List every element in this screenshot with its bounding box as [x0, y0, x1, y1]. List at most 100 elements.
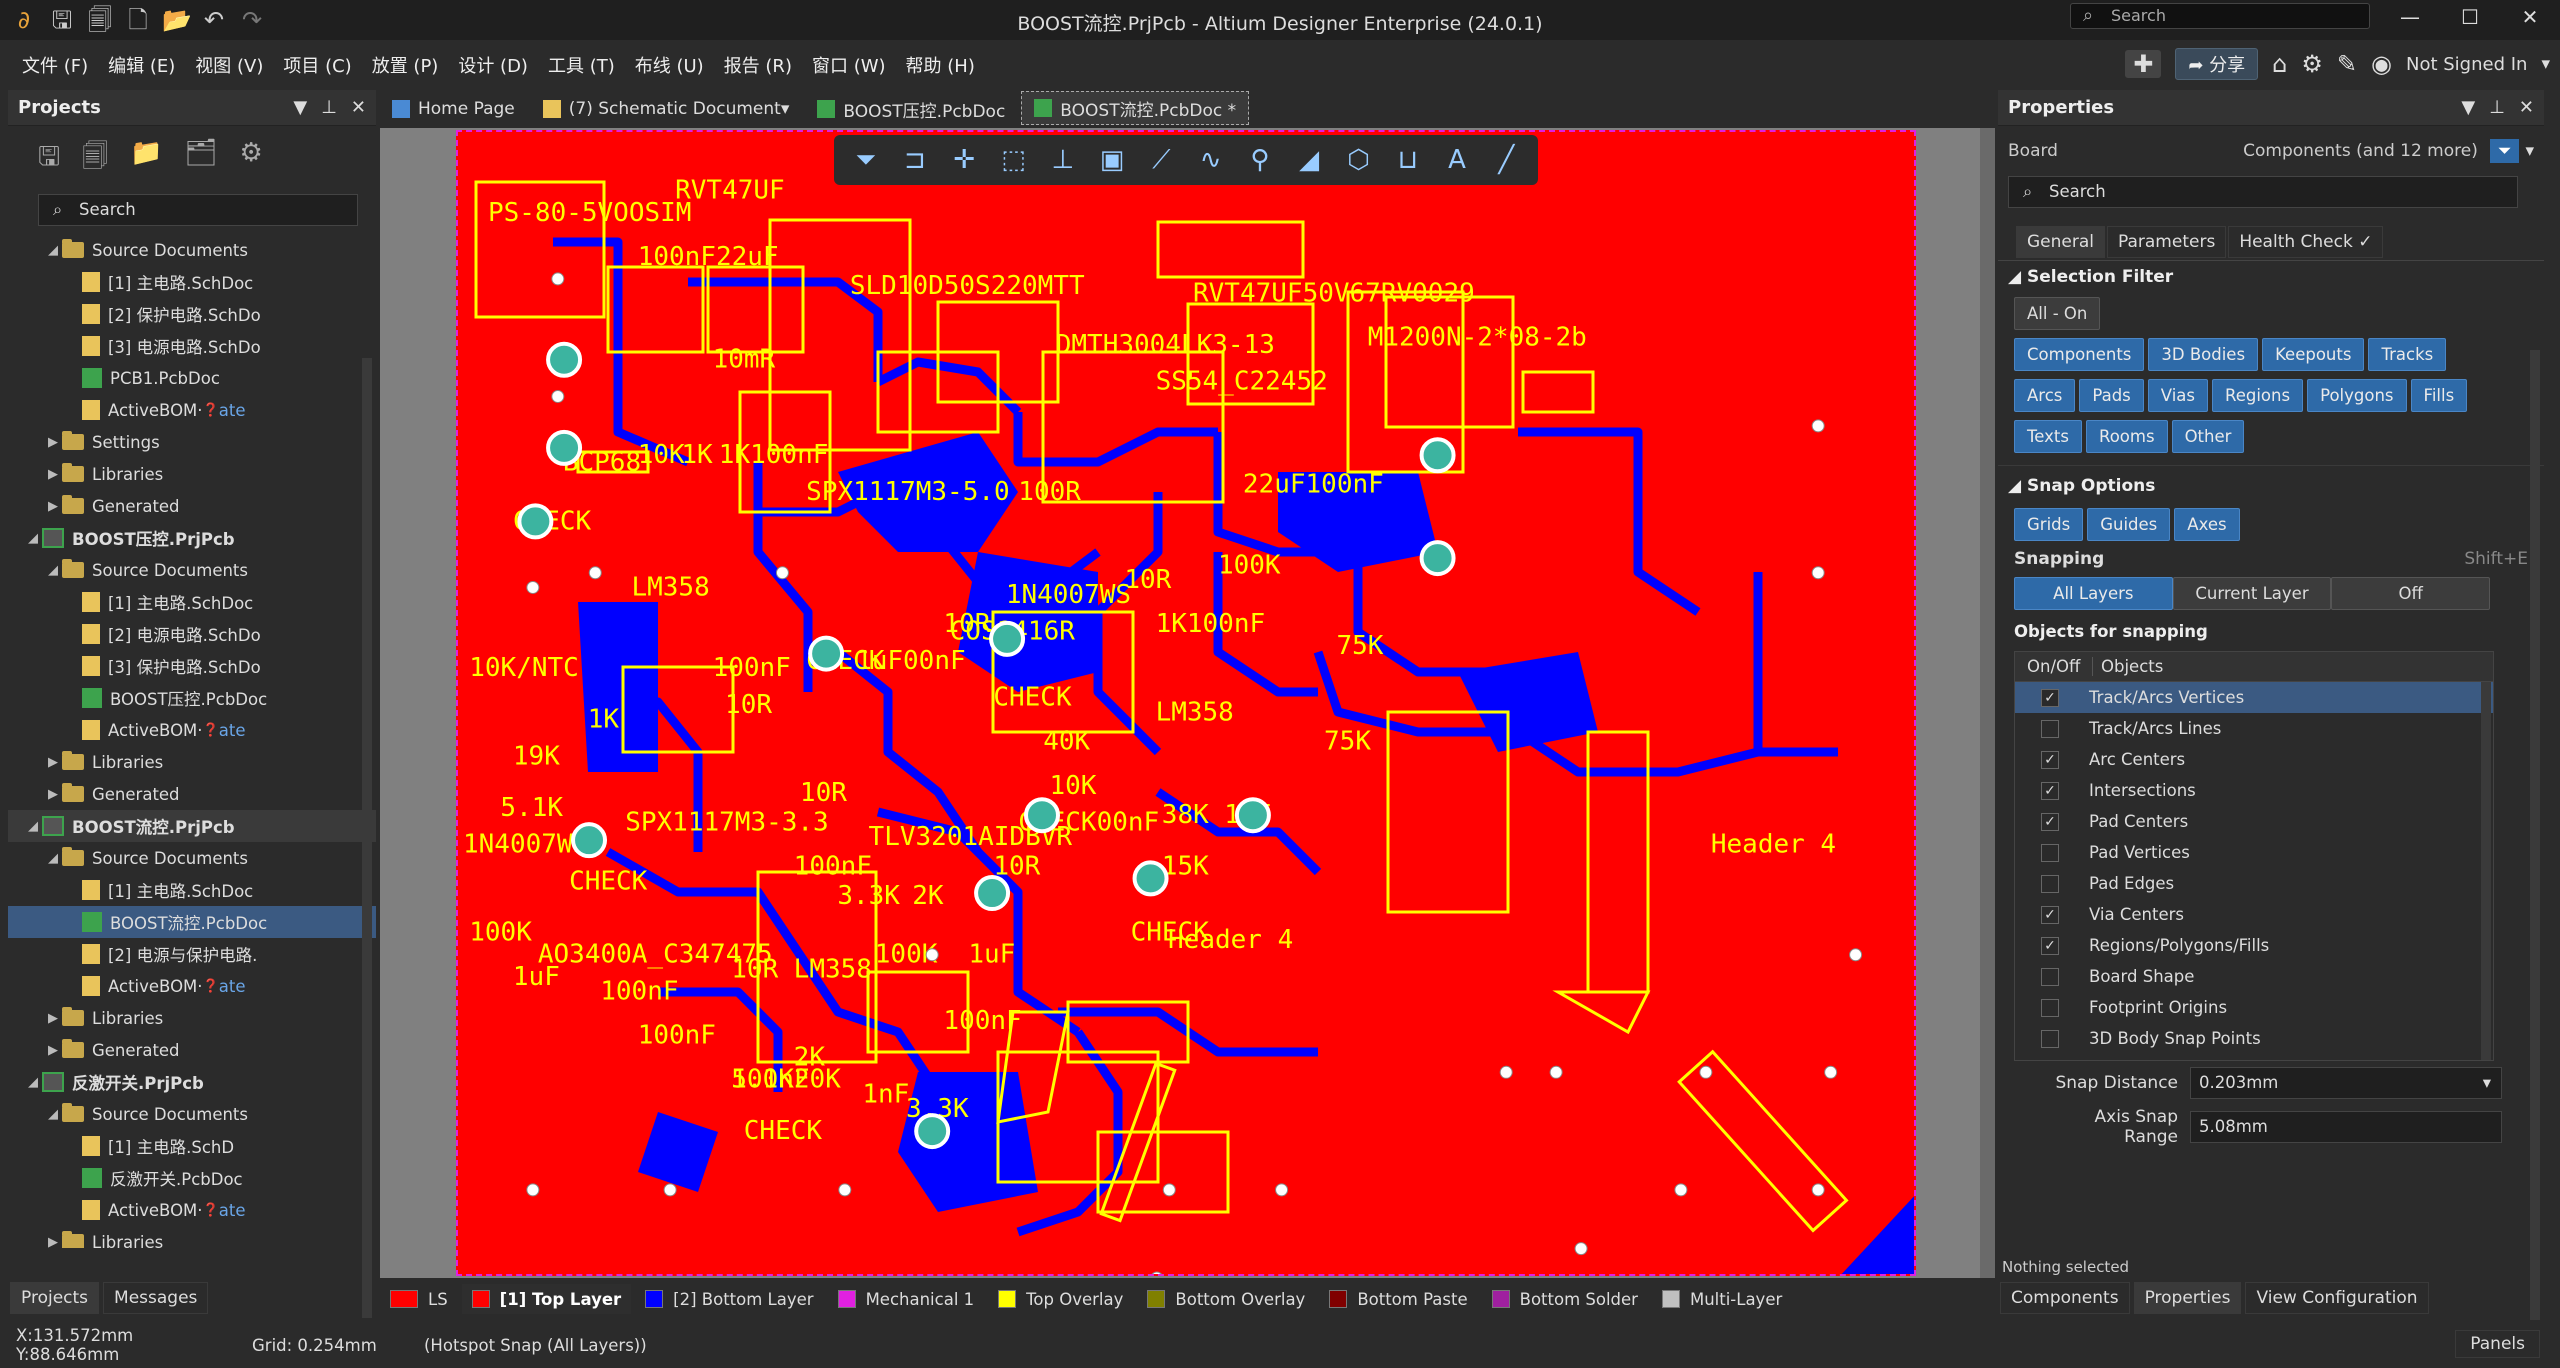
- undo-icon[interactable]: ↶: [200, 6, 228, 34]
- project-node[interactable]: ◢ 反激开关.PrjPcb: [8, 1066, 376, 1098]
- filter-button[interactable]: Pads: [2079, 379, 2144, 412]
- expand-arrow-icon[interactable]: ▶: [44, 435, 62, 450]
- filter-button[interactable]: Other: [2171, 420, 2245, 453]
- via[interactable]: [551, 272, 565, 286]
- doc-tab[interactable]: Home Page: [380, 91, 527, 125]
- maximize-button[interactable]: ☐: [2440, 0, 2500, 36]
- panel-menu-icon[interactable]: ▼: [2461, 97, 2475, 118]
- component-icon[interactable]: ▣: [1090, 140, 1133, 180]
- layer-tab[interactable]: Multi-Layer: [1652, 1284, 1792, 1314]
- document-node[interactable]: [3] 保护电路.SchDo: [8, 650, 376, 682]
- expand-arrow-icon[interactable]: ◢: [24, 1075, 42, 1090]
- via[interactable]: [526, 580, 540, 594]
- properties-tab[interactable]: Health Check ✓: [2228, 226, 2384, 258]
- filter-button[interactable]: Polygons: [2307, 379, 2407, 412]
- filter-button[interactable]: Regions: [2212, 379, 2304, 412]
- menu-item[interactable]: 报告 (R): [714, 52, 802, 78]
- selection-filter-header[interactable]: ◢ Selection Filter: [1998, 261, 2544, 293]
- snap-checkbox[interactable]: ✓: [2041, 812, 2059, 831]
- snap-checkbox[interactable]: [2041, 843, 2059, 862]
- test-point-pad[interactable]: [571, 822, 608, 859]
- open-icon[interactable]: 📂: [162, 6, 192, 34]
- snap-object-row[interactable]: ✓ Arc Centers: [2015, 744, 2493, 775]
- filter-button[interactable]: 3D Bodies: [2148, 338, 2259, 371]
- fill-icon[interactable]: ◢: [1288, 140, 1331, 180]
- interactive-route-icon[interactable]: ⟋: [1140, 140, 1183, 180]
- panel-tab[interactable]: Properties: [2133, 1282, 2242, 1314]
- snapping-mode-button[interactable]: Off: [2331, 577, 2491, 610]
- menu-item[interactable]: 工具 (T): [538, 52, 625, 78]
- test-point-pad[interactable]: [546, 341, 583, 378]
- panels-button[interactable]: Panels: [2455, 1330, 2540, 1358]
- polygon-icon[interactable]: ⬡: [1337, 140, 1380, 180]
- test-point-pad[interactable]: [1234, 797, 1271, 834]
- layer-tab[interactable]: Top Overlay: [988, 1284, 1133, 1314]
- folder-node[interactable]: ▶ Settings: [8, 426, 376, 458]
- via[interactable]: [1574, 1242, 1588, 1256]
- snap-checkbox[interactable]: ✓: [2041, 936, 2059, 955]
- via[interactable]: [1824, 1065, 1838, 1079]
- snap-checkbox[interactable]: ✓: [2041, 905, 2059, 924]
- snap-objects-scrollbar[interactable]: [2481, 682, 2491, 1060]
- share-button[interactable]: ➦ 分享: [2175, 48, 2259, 80]
- minimize-button[interactable]: —: [2380, 0, 2440, 36]
- document-node[interactable]: ActiveBOM· ❓ ate: [8, 394, 376, 426]
- diff-pair-icon[interactable]: ∿: [1189, 140, 1232, 180]
- layer-tab[interactable]: Mechanical 1: [828, 1284, 985, 1314]
- project-options-icon[interactable]: 🗂: [185, 138, 218, 182]
- folder-node[interactable]: ▶ Libraries: [8, 1226, 376, 1248]
- chat-icon[interactable]: ✚: [2125, 50, 2162, 78]
- snap-checkbox[interactable]: [2041, 998, 2059, 1017]
- snap-object-row[interactable]: Track/Arcs Lines: [2015, 713, 2493, 744]
- folder-node[interactable]: ▶ Generated: [8, 490, 376, 522]
- global-search-input[interactable]: Search: [2070, 3, 2370, 29]
- dimension-icon[interactable]: ⊔: [1386, 140, 1429, 180]
- panel-tab[interactable]: Messages: [103, 1282, 209, 1314]
- via[interactable]: [1549, 1065, 1563, 1079]
- expand-arrow-icon[interactable]: ▶: [44, 755, 62, 770]
- align-icon[interactable]: ⊥: [1041, 140, 1084, 180]
- expand-arrow-icon[interactable]: ◢: [44, 563, 62, 578]
- gear-icon[interactable]: ⚙: [240, 138, 263, 182]
- snap-object-row[interactable]: ✓ Track/Arcs Vertices: [2015, 682, 2493, 713]
- expand-arrow-icon[interactable]: ▶: [44, 1235, 62, 1249]
- test-point-pad[interactable]: [517, 503, 554, 540]
- via-icon[interactable]: ⚲: [1238, 140, 1281, 180]
- folder-node[interactable]: ◢ Source Documents: [8, 1098, 376, 1130]
- via[interactable]: [1674, 1183, 1688, 1197]
- folder-node[interactable]: ▶ Generated: [8, 778, 376, 810]
- document-node[interactable]: BOOST流控.PcbDoc: [8, 906, 376, 938]
- filter-button[interactable]: Arcs: [2014, 379, 2076, 412]
- via[interactable]: [526, 1183, 540, 1197]
- filter-button[interactable]: Keepouts: [2262, 338, 2365, 371]
- save-icon[interactable]: 🖫: [48, 6, 76, 34]
- new-icon[interactable]: 🗋: [124, 6, 152, 34]
- snap-object-row[interactable]: 3D Body Snap Points: [2015, 1023, 2493, 1054]
- snap-object-row[interactable]: ✓ Intersections: [2015, 775, 2493, 806]
- expand-arrow-icon[interactable]: ▶: [44, 467, 62, 482]
- panel-tab[interactable]: Projects: [10, 1282, 100, 1314]
- folder-node[interactable]: ◢ Source Documents: [8, 842, 376, 874]
- via[interactable]: [663, 1183, 677, 1197]
- layer-tab[interactable]: [1] Top Layer: [461, 1284, 632, 1314]
- properties-search-input[interactable]: ⌕ Search: [2008, 176, 2518, 208]
- via[interactable]: [1811, 1183, 1825, 1197]
- panel-tab[interactable]: Components: [2000, 1282, 2130, 1314]
- compile-icon[interactable]: 🗐: [82, 138, 108, 182]
- via[interactable]: [1811, 566, 1825, 580]
- document-node[interactable]: PCB1.PcbDoc: [8, 362, 376, 394]
- document-node[interactable]: 反激开关.PcbDoc: [8, 1162, 376, 1194]
- test-point-pad[interactable]: [974, 875, 1011, 912]
- doc-tab[interactable]: (7) Schematic Document ▾: [530, 91, 802, 125]
- filter-button[interactable]: Tracks: [2368, 338, 2447, 371]
- snap-object-row[interactable]: Pad Edges: [2015, 868, 2493, 899]
- snap-button[interactable]: Grids: [2014, 508, 2084, 541]
- select-rect-icon[interactable]: ⬚: [992, 140, 1035, 180]
- folder-node[interactable]: ▶ Libraries: [8, 746, 376, 778]
- test-point-pad[interactable]: [989, 620, 1026, 657]
- gear-icon[interactable]: ⚙: [2301, 50, 2323, 78]
- save-project-icon[interactable]: 🖫: [38, 138, 60, 182]
- snap-object-row[interactable]: ✓ Via Centers: [2015, 899, 2493, 930]
- properties-scrollbar[interactable]: [2530, 350, 2540, 1320]
- folder-node[interactable]: ◢ Source Documents: [8, 234, 376, 266]
